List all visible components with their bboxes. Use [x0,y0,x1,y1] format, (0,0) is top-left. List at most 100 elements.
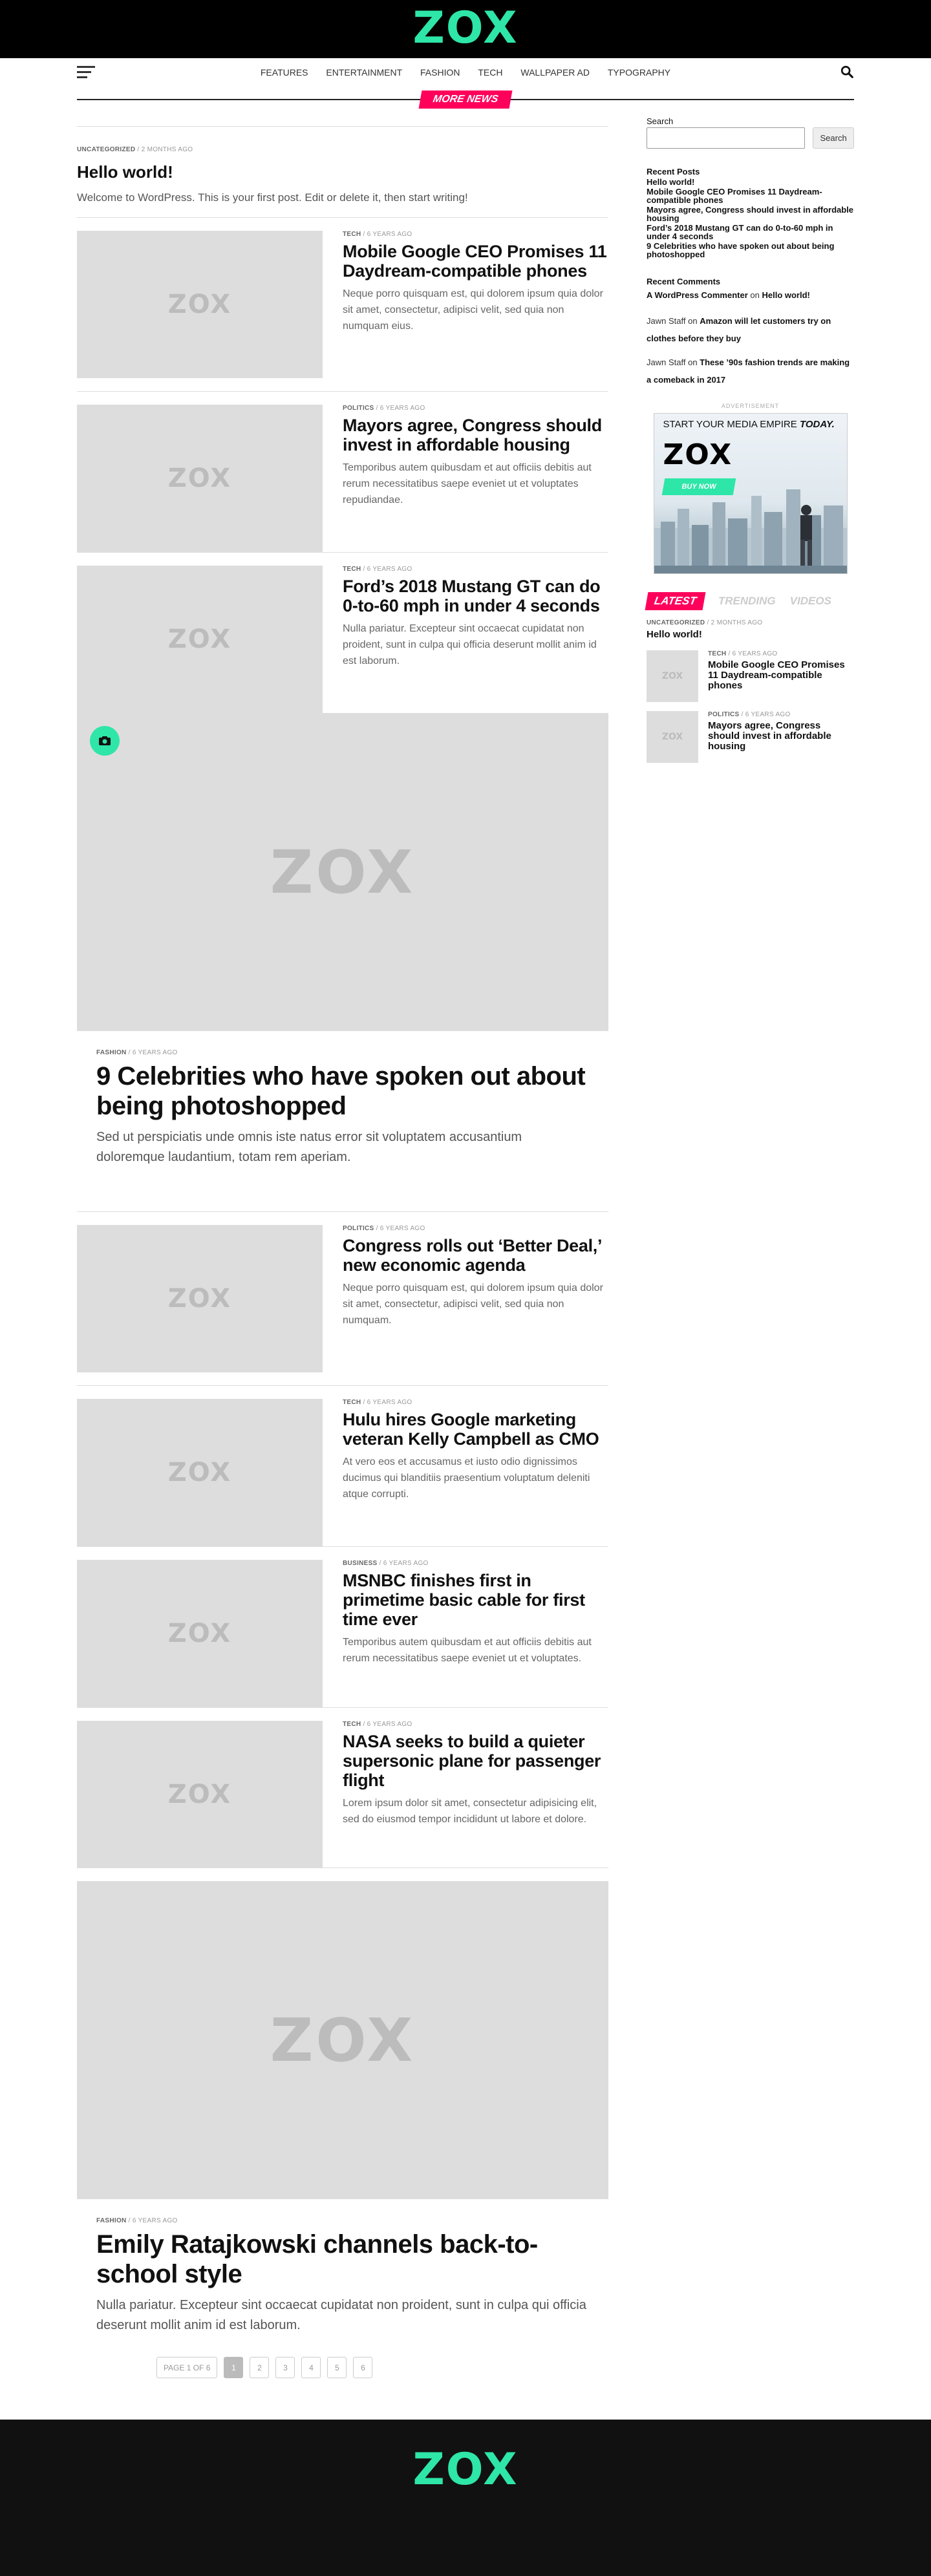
post-title[interactable]: Ford’s 2018 Mustang GT can do 0-to-60 mp… [343,577,608,615]
post-row[interactable]: ZOX BUSINESS / 6 years ago MSNBC finishe… [77,1546,608,1707]
post-title[interactable]: NASA seeks to build a quieter supersonic… [343,1732,608,1790]
page-link-2[interactable]: 2 [250,2357,270,2378]
feature-post[interactable]: ZOX FASHION / 6 years ago Emily Ratajkow… [77,1881,608,2336]
latest-post-title[interactable]: Hello world! [647,629,854,640]
post-category[interactable]: TECH [708,650,726,657]
mini-post-title[interactable]: Mayors agree, Congress should invest in … [708,721,854,752]
footer-logo[interactable]: ZOX [0,2444,931,2496]
post-title[interactable]: 9 Celebrities who have spoken out about … [96,1061,589,1121]
post-thumbnail[interactable]: ZOX [77,405,323,552]
page-link-4[interactable]: 4 [301,2357,321,2378]
post-thumbnail[interactable]: ZOX [77,1225,323,1372]
tab-trending[interactable]: TRENDING [718,595,776,608]
post-category[interactable]: TECH [343,1721,361,1728]
post-category[interactable]: BUSINESS [343,1560,378,1567]
placeholder-logo: ZOX [167,624,232,654]
post-row[interactable]: ZOX TECH / 6 years ago Hulu hires Google… [77,1385,608,1546]
post-title[interactable]: Emily Ratajkowski channels back-to-schoo… [96,2230,589,2289]
comment-author[interactable]: A WordPress Commenter [647,290,748,300]
mini-post-title[interactable]: Mobile Google CEO Promises 11 Daydream-c… [708,660,854,691]
comment-on: on [688,357,698,367]
comment-author: Jawn Staff [647,357,686,367]
post-title[interactable]: Hello world! [77,162,608,182]
main-column: UNCATEGORIZED / 2 months ago Hello world… [77,126,608,2336]
placeholder-logo: ZOX [167,1619,232,1648]
nav-item-tech[interactable]: TECH [478,67,502,78]
camera-icon [90,726,120,756]
recent-post-link[interactable]: Ford’s 2018 Mustang GT can do 0-to-60 mp… [647,224,854,240]
mini-post[interactable]: ZOX POLITICS / 6 years ago Mayors agree,… [647,711,854,763]
site-logo[interactable]: ZOX [0,3,931,54]
post-thumbnail[interactable]: ZOX [77,1721,323,1868]
recent-posts-list: Hello world! Mobile Google CEO Promises … [647,178,854,259]
post-thumbnail[interactable]: ZOX [77,1399,323,1546]
tab-latest[interactable]: LATEST [645,592,706,610]
search-button[interactable]: Search [813,127,854,149]
post-excerpt: Nulla pariatur. Excepteur sint occaecat … [343,623,597,666]
recent-post-link[interactable]: 9 Celebrities who have spoken out about … [647,242,854,259]
post-time: 6 years ago [132,2217,178,2224]
post-excerpt: Neque porro quisquam est, qui dolorem ip… [343,1283,603,1326]
post-row[interactable]: ZOX POLITICS / 6 years ago Mayors agree,… [77,391,608,552]
nav-menu: FEATURES ENTERTAINMENT FASHION TECH WALL… [77,67,854,78]
comment-post-link[interactable]: Hello world! [762,290,809,300]
post-time: 6 years ago [367,1399,412,1406]
post-thumbnail[interactable]: ZOX [77,231,323,378]
placeholder-logo: ZOX [661,732,683,742]
post-title[interactable]: Mobile Google CEO Promises 11 Daydream-c… [343,242,608,281]
post-category[interactable]: TECH [343,231,361,238]
post-thumbnail[interactable]: ZOX [77,566,323,713]
post-title[interactable]: MSNBC finishes first in primetime basic … [343,1571,608,1629]
recent-post-link[interactable]: Hello world! [647,178,854,186]
post-category[interactable]: TECH [343,566,361,573]
nav-item-fashion[interactable]: FASHION [420,67,460,78]
page-link-3[interactable]: 3 [275,2357,295,2378]
post-row[interactable]: ZOX TECH / 6 years ago Ford’s 2018 Musta… [77,552,608,713]
search-input[interactable] [647,127,806,149]
hero-post[interactable]: UNCATEGORIZED / 2 months ago Hello world… [77,126,608,204]
post-meta: UNCATEGORIZED / 2 months ago [647,619,763,626]
nav-item-wallpaper-ad[interactable]: WALLPAPER AD [520,67,590,78]
post-row[interactable]: ZOX POLITICS / 6 years ago Congress roll… [77,1211,608,1385]
mini-post-thumbnail[interactable]: ZOX [647,711,698,763]
tab-videos[interactable]: VIDEOS [790,595,831,608]
nav-item-entertainment[interactable]: ENTERTAINMENT [326,67,402,78]
post-category[interactable]: TECH [343,1399,361,1406]
feature-image[interactable]: ZOX [77,1881,608,2199]
page-link-6[interactable]: 6 [353,2357,373,2378]
post-title[interactable]: Hulu hires Google marketing veteran Kell… [343,1410,608,1449]
post-category[interactable]: UNCATEGORIZED [77,146,135,153]
post-category[interactable]: FASHION [96,1049,127,1056]
feature-image[interactable]: ZOX [77,713,608,1031]
post-category[interactable]: POLITICS [708,711,740,718]
ad-logo: ZOX [663,438,733,471]
post-excerpt: Lorem ipsum dolor sit amet, consectetur … [343,1798,597,1825]
post-row[interactable]: ZOX TECH / 6 years ago Mobile Google CEO… [77,217,608,391]
feature-post[interactable]: ZOX FASHION / 6 years ago 9 Celebrities … [77,713,608,1198]
post-row[interactable]: ZOX TECH / 6 years ago NASA seeks to bui… [77,1707,608,1868]
post-category[interactable]: POLITICS [343,405,374,412]
mini-post[interactable]: ZOX TECH / 6 years ago Mobile Google CEO… [647,650,854,702]
recent-post-link[interactable]: Mobile Google CEO Promises 11 Daydream-c… [647,187,854,204]
nav-item-typography[interactable]: TYPOGRAPHY [608,67,670,78]
ad-label: ADVERTISEMENT [721,403,780,409]
post-meta: BUSINESS / 6 years ago [343,1560,429,1567]
advertisement-banner[interactable]: START YOUR MEDIA EMPIRE TODAY. ZOX BUY N… [653,413,848,574]
post-category[interactable]: FASHION [96,2217,127,2224]
recent-post-link[interactable]: Mayors agree, Congress should invest in … [647,206,854,222]
comment-item: A WordPress Commenter on Hello world! [647,290,854,301]
post-thumbnail[interactable]: ZOX [77,1560,323,1707]
nav-item-features[interactable]: FEATURES [261,67,308,78]
post-category[interactable]: POLITICS [343,1225,374,1232]
more-news-badge: MORE NEWS [418,90,513,109]
comment-item: Jawn Staff on These ’90s fashion trends … [647,354,854,389]
page-link-1[interactable]: 1 [224,2357,244,2378]
post-category[interactable]: UNCATEGORIZED [647,619,705,626]
placeholder-logo: ZOX [167,1458,232,1487]
mini-post-thumbnail[interactable]: ZOX [647,650,698,702]
search-icon[interactable] [840,65,854,79]
post-title[interactable]: Mayors agree, Congress should invest in … [343,416,608,454]
footer: ZOX [0,2420,931,2576]
page-link-5[interactable]: 5 [327,2357,347,2378]
post-title[interactable]: Congress rolls out ‘Better Deal,’ new ec… [343,1236,608,1275]
